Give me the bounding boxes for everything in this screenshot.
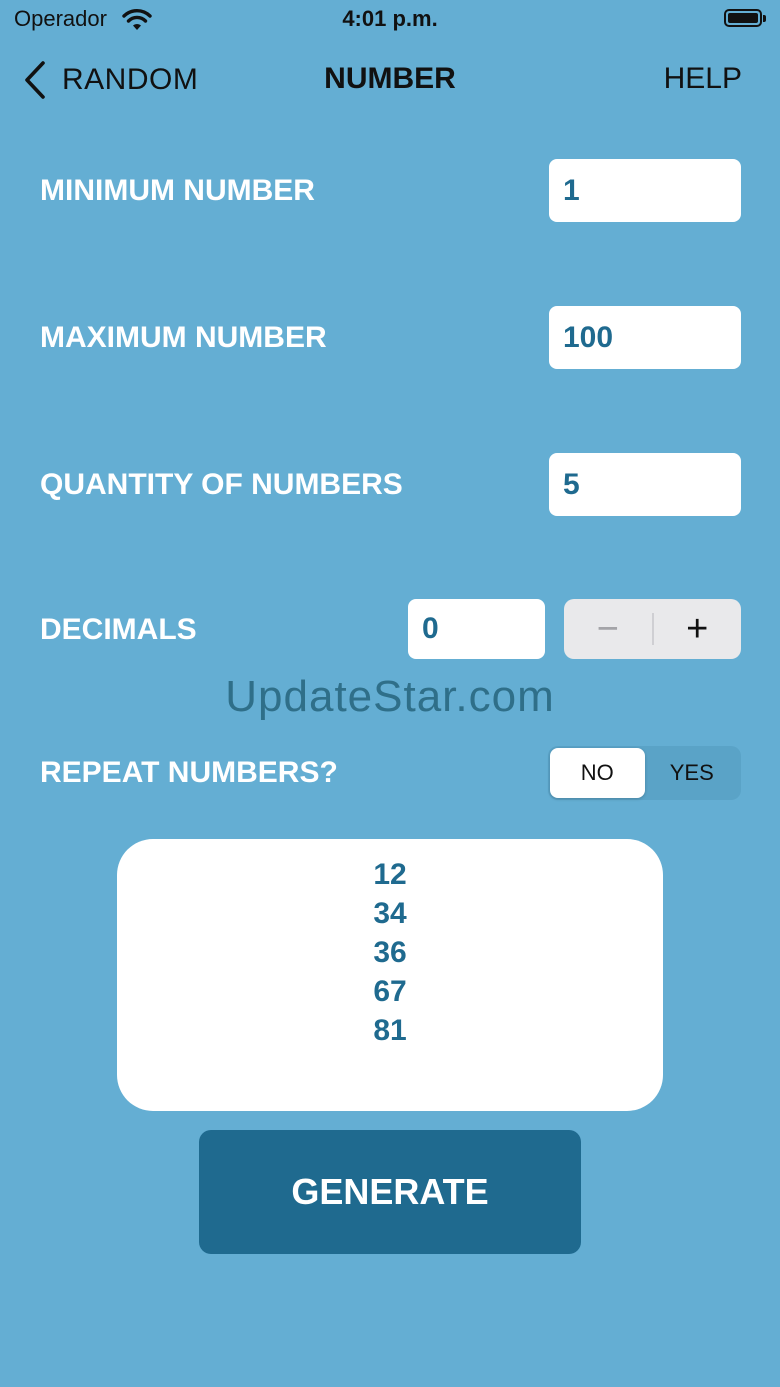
battery-tip [763, 15, 766, 22]
repeat-numbers-label: REPEAT NUMBERS? [40, 756, 338, 789]
minimum-number-field[interactable]: 1 [549, 159, 741, 222]
decimals-field[interactable]: 0 [408, 599, 545, 659]
results-panel: 12 34 36 67 81 [117, 839, 663, 1111]
maximum-number-field[interactable]: 100 [549, 306, 741, 369]
result-item: 67 [373, 975, 407, 1008]
generate-button[interactable]: GENERATE [199, 1130, 581, 1254]
battery-icon [724, 9, 762, 27]
result-item: 12 [373, 858, 407, 891]
repeat-no-option[interactable]: NO [550, 748, 645, 798]
maximum-number-label: MAXIMUM NUMBER [40, 321, 327, 354]
repeat-yes-option[interactable]: YES [645, 748, 740, 798]
watermark: UpdateStar.com [225, 672, 555, 721]
decimals-label: DECIMALS [40, 613, 197, 646]
quantity-of-numbers-label: QUANTITY OF NUMBERS [40, 468, 403, 501]
increment-button[interactable]: + [654, 599, 742, 659]
decrement-button[interactable]: − [564, 599, 652, 659]
result-item: 36 [373, 936, 407, 969]
result-item: 81 [373, 1014, 407, 1047]
decimals-stepper: − + [564, 599, 741, 659]
minimum-number-label: MINIMUM NUMBER [40, 174, 315, 207]
result-item: 34 [373, 897, 407, 930]
help-button[interactable]: HELP [664, 62, 742, 96]
results-list: 12 34 36 67 81 [117, 855, 663, 1050]
status-time: 4:01 p.m. [342, 6, 438, 31]
quantity-of-numbers-field[interactable]: 5 [549, 453, 741, 516]
repeat-numbers-toggle: NO YES [548, 746, 741, 800]
